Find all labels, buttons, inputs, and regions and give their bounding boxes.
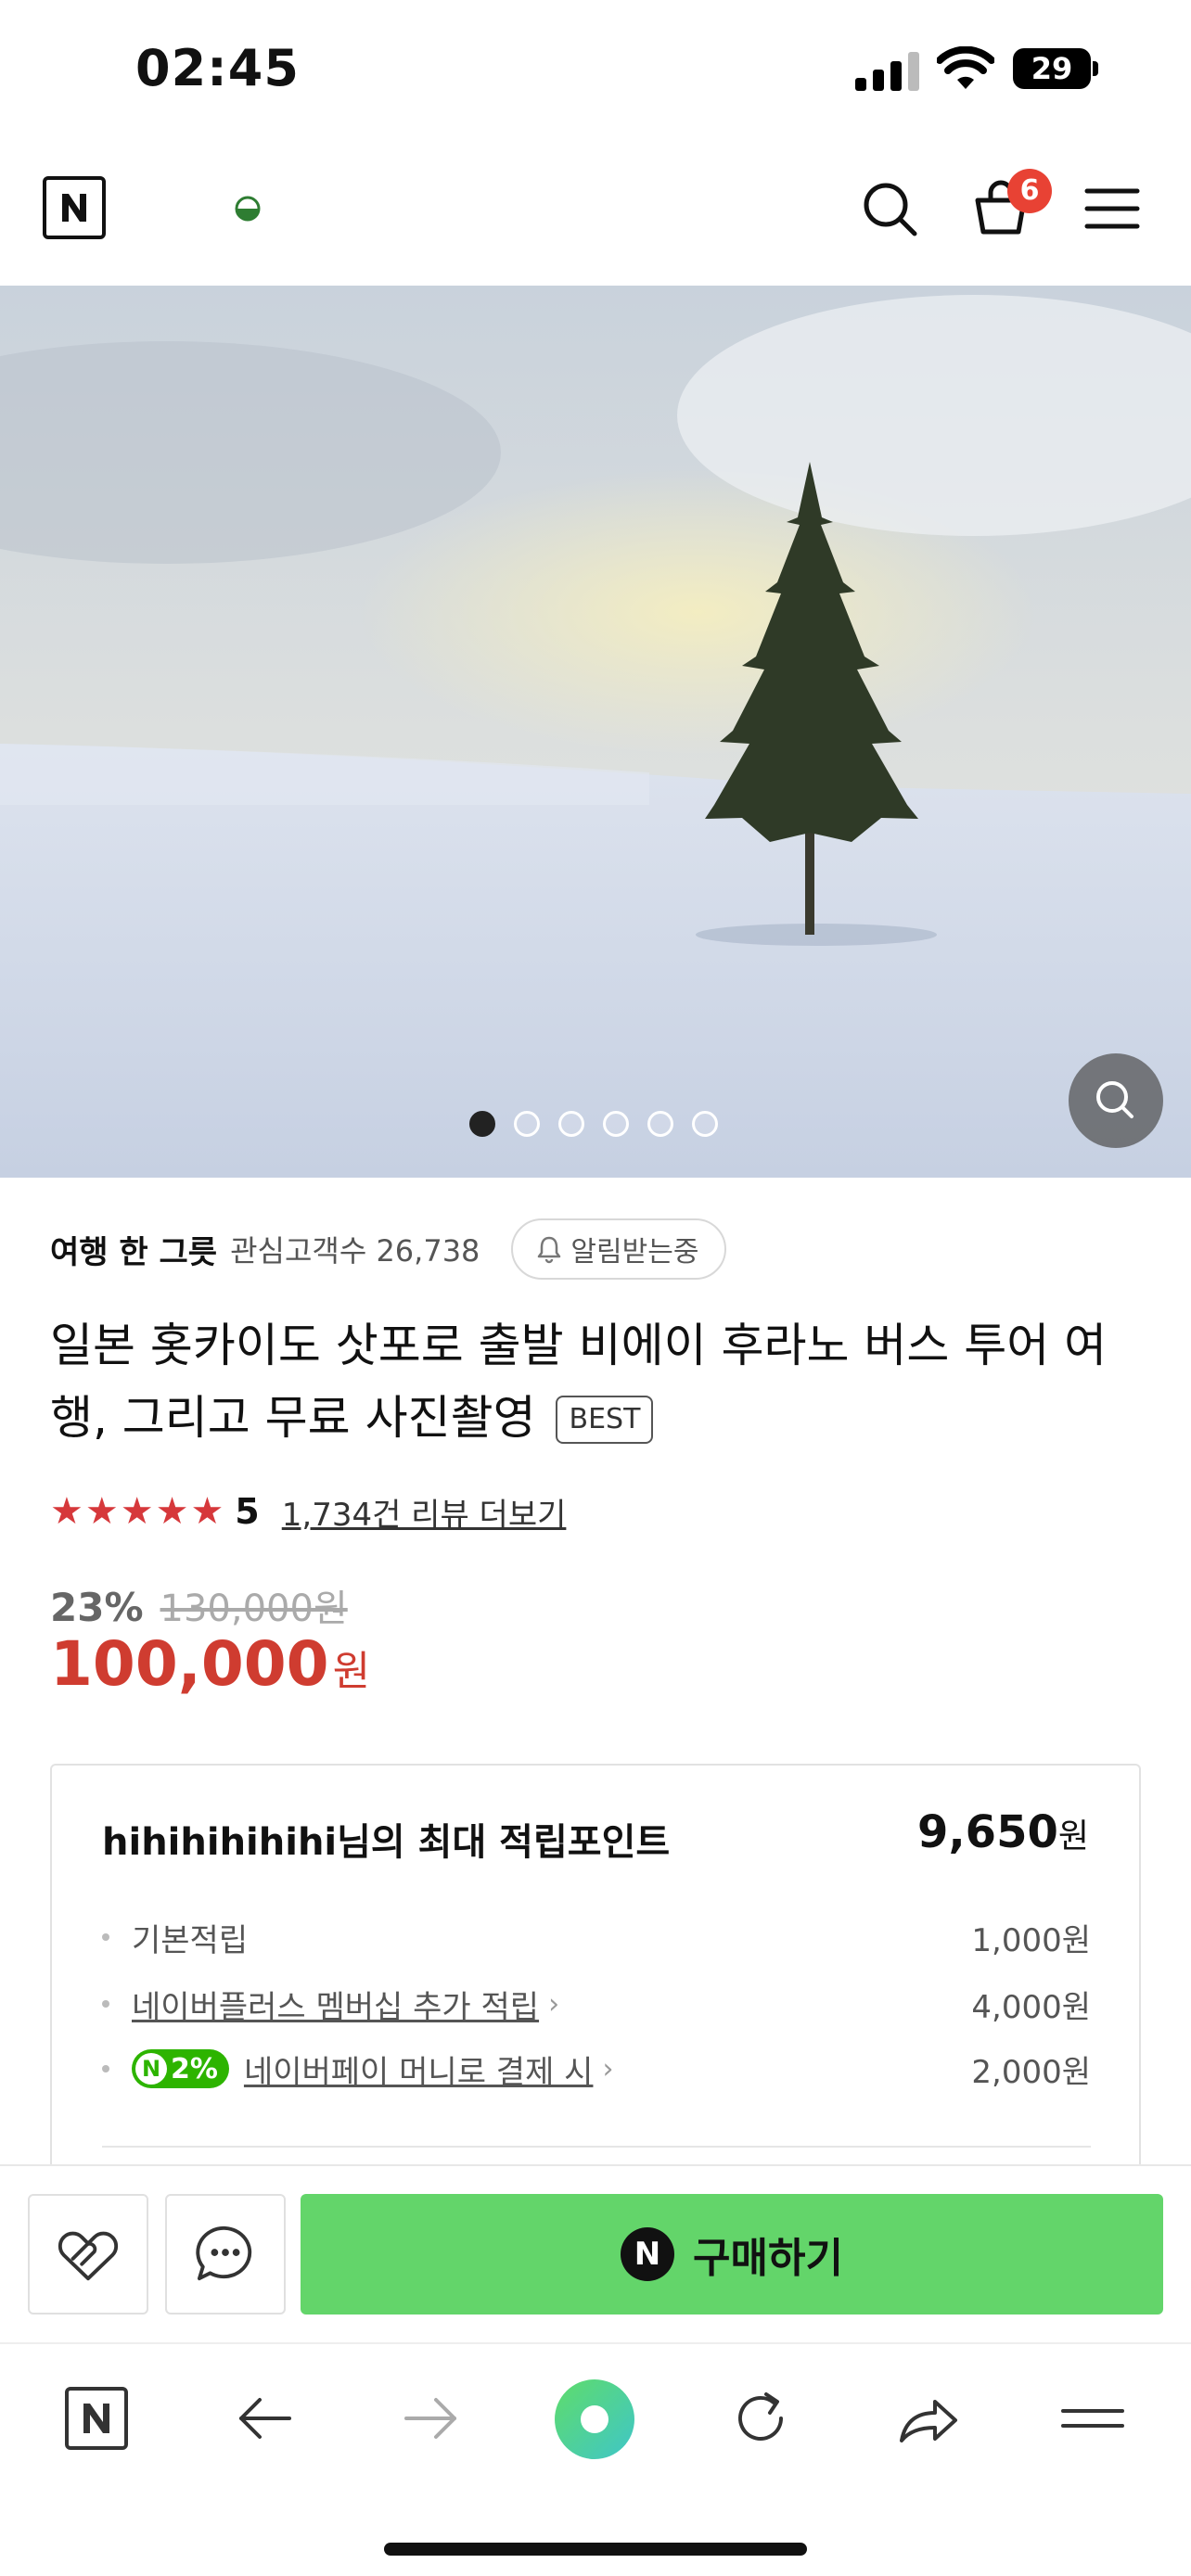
- battery-indicator: 29: [1013, 48, 1098, 89]
- carousel-indicators: [469, 1111, 718, 1139]
- reward-points-box: hihihihihihi님의 최대 적립포인트 9,650원 기본적립 1,00…: [50, 1764, 1141, 2172]
- points-row-label[interactable]: 네이버플러스 멤버십 추가 적립: [132, 1982, 539, 2027]
- carousel-dot[interactable]: [514, 1111, 540, 1137]
- points-row-basic: 기본적립 1,000원: [102, 1914, 1091, 1960]
- reload-icon[interactable]: [724, 2381, 798, 2455]
- points-row-value: 1,000원: [971, 1921, 1091, 1959]
- npay-n-icon: N: [135, 2053, 167, 2085]
- half-circle-icon: [235, 196, 261, 222]
- notify-label: 알림받는중: [570, 1236, 699, 1269]
- points-row-npay[interactable]: N 2% 네이버페이 머니로 결제 시 › 2,000원: [102, 2046, 1091, 2092]
- search-icon[interactable]: [857, 176, 922, 241]
- points-row-value: 2,000원: [971, 2053, 1091, 2091]
- star-rating-icon: ★★★★★: [50, 1490, 226, 1533]
- carousel-dot[interactable]: [469, 1111, 495, 1137]
- divider: [102, 2146, 1091, 2148]
- sale-price: 100,000: [50, 1628, 329, 1700]
- inquiry-chat-button[interactable]: [165, 2194, 286, 2315]
- points-row-membership[interactable]: 네이버플러스 멤버십 추가 적립 › 4,000원: [102, 1981, 1091, 2027]
- points-row-value: 4,000원: [971, 1988, 1091, 2026]
- points-total-value: 9,650: [917, 1806, 1058, 1858]
- product-title: 일본 홋카이도 삿포로 출발 비에이 후라노 버스 투어 여행, 그리고 무료 …: [50, 1309, 1145, 1454]
- rating-row: ★★★★★ 5 1,734건 리뷰 더보기: [50, 1486, 566, 1537]
- currency-unit: 원: [332, 1648, 371, 1695]
- npay-logo-icon: N: [621, 2227, 675, 2281]
- product-image-carousel[interactable]: [0, 286, 1191, 1178]
- cellular-signal-icon: [855, 52, 919, 91]
- review-more-link[interactable]: 1,734건 리뷰 더보기: [282, 1489, 567, 1535]
- npay-percent: 2%: [171, 2052, 218, 2085]
- points-heading: hihihihihihi님의 최대 적립포인트: [102, 1821, 671, 1864]
- rating-value: 5: [235, 1491, 260, 1532]
- heart-clip-icon: [58, 2231, 119, 2281]
- naver-logo-icon[interactable]: [43, 176, 106, 239]
- magnifier-icon: [1096, 1081, 1133, 1118]
- original-price: 130,000원: [160, 1588, 348, 1630]
- follower-count: 관심고객수 26,738: [230, 1233, 480, 1269]
- status-time: 02:45: [135, 39, 300, 97]
- menu-icon[interactable]: [1080, 176, 1145, 241]
- points-row-label: 기본적립: [132, 1921, 249, 1959]
- status-bar: 02:45 29: [0, 0, 1191, 139]
- green-dot-home-icon[interactable]: [553, 2378, 636, 2461]
- bell-icon: [538, 1236, 561, 1264]
- browser-toolbar: [0, 2342, 1191, 2576]
- purchase-bar: N 구매하기: [0, 2164, 1191, 2342]
- cart-count-badge: 6: [1007, 169, 1052, 213]
- seller-row: 여행 한 그릇 관심고객수 26,738 알림받는중: [50, 1217, 727, 1282]
- best-badge: BEST: [556, 1396, 654, 1444]
- buy-button-label: 구매하기: [693, 2235, 843, 2282]
- buy-button[interactable]: N 구매하기: [301, 2194, 1163, 2315]
- app-header: 6: [0, 139, 1191, 286]
- npay-percent-badge: N 2%: [132, 2049, 229, 2088]
- points-total: 9,650원: [917, 1806, 1089, 1858]
- wishlist-button[interactable]: [28, 2194, 148, 2315]
- sale-price-row: 100,000 원: [50, 1628, 370, 1712]
- naver-home-icon[interactable]: [59, 2381, 134, 2455]
- chevron-right-icon: ›: [548, 1987, 560, 2021]
- seller-name[interactable]: 여행 한 그릇: [50, 1227, 217, 1272]
- price-discount-row: 23% 130,000원: [50, 1578, 348, 1630]
- more-menu-icon[interactable]: [1056, 2381, 1130, 2455]
- points-total-unit: 원: [1057, 1817, 1089, 1855]
- notification-toggle-button[interactable]: 알림받는중: [511, 1218, 727, 1280]
- carousel-dot[interactable]: [647, 1111, 673, 1137]
- carousel-dot[interactable]: [558, 1111, 584, 1137]
- discount-rate: 23%: [50, 1585, 144, 1630]
- chevron-right-icon: ›: [602, 2052, 614, 2085]
- carousel-dot[interactable]: [692, 1111, 718, 1137]
- battery-level: 29: [1013, 48, 1091, 89]
- home-indicator: [384, 2543, 807, 2556]
- carousel-dot[interactable]: [603, 1111, 629, 1137]
- chat-bubble-icon: [196, 2225, 252, 2281]
- back-arrow-icon[interactable]: [228, 2381, 302, 2455]
- forward-arrow-icon[interactable]: [393, 2381, 467, 2455]
- wifi-icon: [937, 46, 994, 89]
- zoom-image-button[interactable]: [1069, 1053, 1163, 1148]
- share-arrow-icon[interactable]: [890, 2381, 965, 2455]
- product-photo-snow-tree: [0, 286, 1191, 1178]
- points-row-label[interactable]: 네이버페이 머니로 결제 시: [244, 2047, 594, 2092]
